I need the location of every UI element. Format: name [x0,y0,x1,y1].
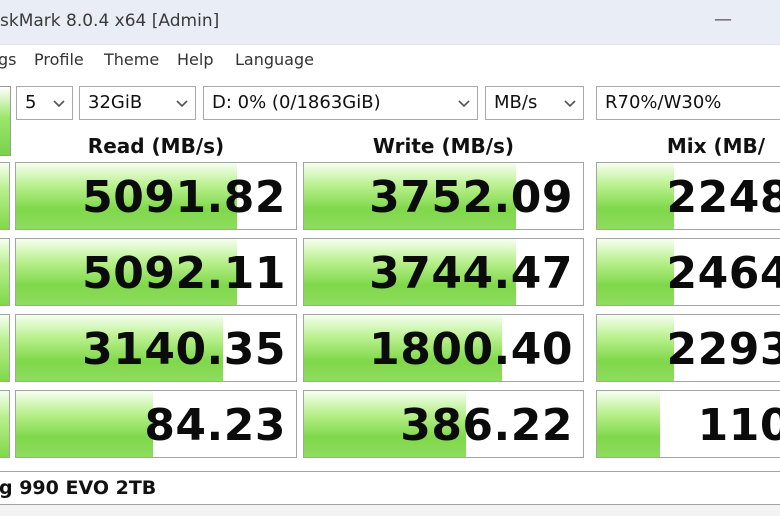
read-result: 84.23 [15,390,297,458]
size-select[interactable]: 32GiB [79,86,196,120]
write-value: 386.22 [400,400,573,451]
test-button-seq1m[interactable] [0,162,10,230]
window-title: skMark 8.0.4 x64 [Admin] [0,11,220,31]
chevron-down-icon [564,100,576,108]
window-bottom-edge [0,505,780,516]
mix-value: 2248 [666,172,780,223]
mix-bar [597,315,674,381]
read-result: 3140.35 [15,314,297,382]
mix-select[interactable]: R70%/W30% [596,86,780,120]
drive-select[interactable]: D: 0% (0/1863GiB) [203,86,478,120]
menu-language[interactable]: Language [235,50,314,69]
chevron-down-icon [176,100,188,108]
chevron-down-icon [458,100,470,108]
mix-value: 110 [697,400,780,451]
menu-help[interactable]: Help [177,50,213,69]
write-value: 3752.09 [369,172,573,223]
count-select[interactable]: 5 [16,86,73,120]
test-button-seq128k[interactable] [0,238,10,306]
all-button[interactable] [0,86,11,156]
read-value: 84.23 [144,400,286,451]
title-bar: skMark 8.0.4 x64 [Admin] — [0,0,780,45]
mix-bar [597,239,674,305]
test-button-rnd4k[interactable] [0,390,10,458]
device-name: g 990 EVO 2TB [0,477,157,499]
write-value: 1800.40 [369,324,573,375]
read-bar [16,391,154,457]
mix-result: 2464 [596,238,780,306]
mix-value: 2293 [666,324,780,375]
device-comment-field[interactable]: g 990 EVO 2TB [0,471,780,505]
read-header: Read (MB/s) [87,134,225,158]
mix-value: 2464 [666,248,780,299]
write-result: 386.22 [303,390,584,458]
minimize-button[interactable]: — [711,8,735,32]
unit-select[interactable]: MB/s [485,86,584,120]
write-result: 3744.47 [303,238,584,306]
write-value: 3744.47 [369,248,573,299]
menu-settings[interactable]: gs [0,50,17,69]
mix-header: Mix (MB/ [666,134,766,158]
read-value: 3140.35 [82,324,286,375]
write-header: Write (MB/s) [372,134,515,158]
read-value: 5091.82 [82,172,286,223]
read-value: 5092.11 [82,248,286,299]
mix-result: 2293 [596,314,780,382]
read-result: 5092.11 [15,238,297,306]
menu-bar: gs Profile Theme Help Language [0,45,780,75]
read-result: 5091.82 [15,162,297,230]
size-value: 32GiB [88,92,143,113]
drive-value: D: 0% (0/1863GiB) [212,92,381,113]
unit-value: MB/s [494,92,538,113]
write-result: 3752.09 [303,162,584,230]
write-result: 1800.40 [303,314,584,382]
mix-bar [597,163,674,229]
count-value: 5 [25,92,37,113]
chevron-down-icon [53,100,65,108]
mix-bar [597,391,661,457]
menu-theme[interactable]: Theme [104,50,159,69]
menu-profile[interactable]: Profile [34,50,84,69]
mix-result: 110 [596,390,780,458]
mix-result: 2248 [596,162,780,230]
test-button-rnd4k-q32[interactable] [0,314,10,382]
mix-value: R70%/W30% [605,92,722,113]
